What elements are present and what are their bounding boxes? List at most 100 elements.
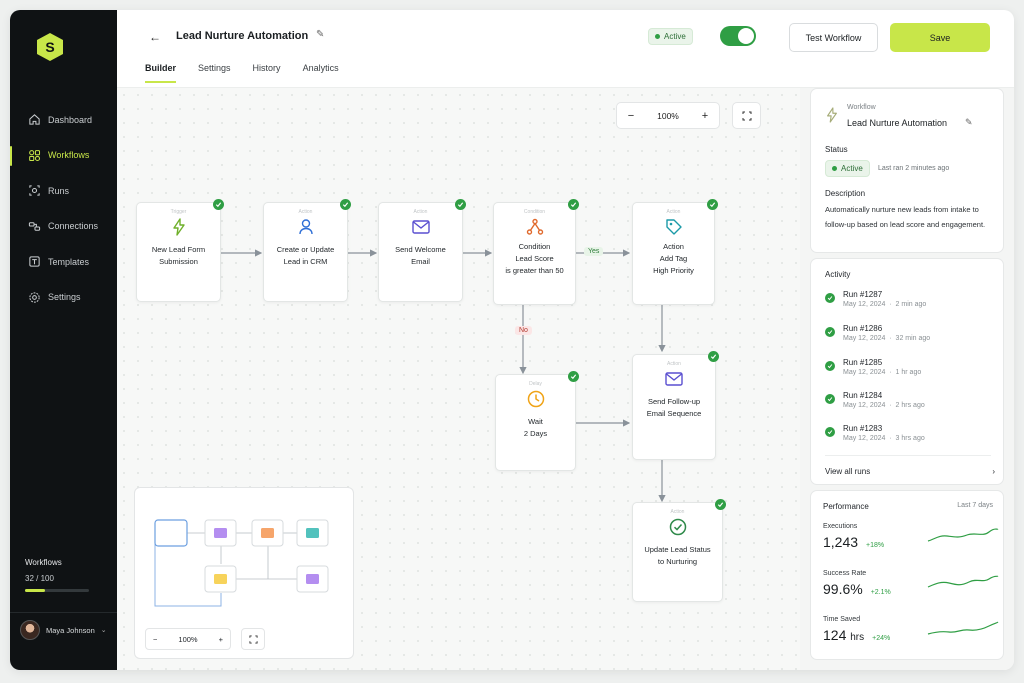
arrow-left-icon: ← bbox=[149, 30, 161, 44]
metric-time-saved: Time Saved 124 hrs +24% bbox=[823, 616, 890, 643]
run-time: May 12, 2024 · 3 hrs ago bbox=[843, 435, 925, 442]
edit-title-button[interactable]: ✎ bbox=[316, 29, 324, 40]
node-wait[interactable]: Delay Wait 2 Days bbox=[495, 371, 579, 471]
run-ago: 2 hrs ago bbox=[895, 402, 925, 409]
view-all-runs-link[interactable]: View all runs › bbox=[825, 467, 995, 476]
page-title: Lead Nurture Automation bbox=[176, 30, 309, 42]
usage-count: 32 / 100 bbox=[25, 574, 54, 583]
node-label: Update Lead Status to Nurturing bbox=[644, 545, 711, 566]
node-label: New Lead Form Submission bbox=[151, 245, 206, 266]
node-trigger[interactable]: Trigger New Lead Form Submission bbox=[136, 199, 224, 302]
templates-icon bbox=[29, 256, 40, 267]
check-icon bbox=[568, 371, 579, 382]
time-saved-sparkline bbox=[927, 621, 999, 635]
edit-details-button[interactable]: ✎ bbox=[965, 117, 973, 128]
activity-item[interactable]: Run #1286 May 12, 2024 · 32 min ago bbox=[825, 324, 930, 342]
success-rate-sparkline bbox=[927, 575, 999, 588]
sidebar-item-workflows[interactable]: Workflows bbox=[10, 138, 117, 174]
node-caption: Condition bbox=[523, 209, 546, 215]
minimap-graph bbox=[154, 519, 329, 607]
node-label: Condition Lead Score is greater than 50 bbox=[505, 242, 564, 275]
sidebar-item-label: Templates bbox=[48, 256, 90, 267]
minimap-zoom-in-button[interactable]: + bbox=[219, 635, 223, 644]
activity-item[interactable]: Run #1287 May 12, 2024 · 2 min ago bbox=[825, 290, 926, 308]
sidebar-item-runs[interactable]: Runs bbox=[10, 173, 117, 209]
avatar bbox=[20, 620, 40, 640]
user-icon bbox=[298, 219, 313, 235]
node-update-status[interactable]: Action Update Lead Status to Nurturing bbox=[632, 499, 726, 602]
metric-value: 99.6% bbox=[823, 581, 863, 597]
minimap-zoom-controls: − 100% + bbox=[145, 628, 231, 650]
tab-analytics[interactable]: Analytics bbox=[303, 63, 339, 83]
node-create-lead[interactable]: Action Create or Update Lead in CRM bbox=[263, 199, 351, 302]
check-icon bbox=[707, 199, 718, 210]
node-follow-up[interactable]: Action Send Follow-up Email Sequence bbox=[632, 351, 719, 460]
sidebar-item-settings[interactable]: Settings bbox=[10, 280, 117, 316]
connections-icon bbox=[28, 222, 41, 231]
activity-item[interactable]: Run #1283 May 12, 2024 · 3 hrs ago bbox=[825, 424, 925, 442]
metric-success-rate: Success Rate 99.6% +2.1% bbox=[823, 570, 891, 597]
run-ago: 32 min ago bbox=[895, 335, 931, 342]
run-ago: 1 hr ago bbox=[895, 369, 922, 376]
sidebar-item-label: Runs bbox=[48, 185, 70, 196]
check-icon bbox=[825, 361, 835, 371]
sidebar-nav: Dashboard Workflows Runs Connections Tem… bbox=[10, 102, 117, 315]
minimap-zoom-out-button[interactable]: − bbox=[153, 635, 157, 644]
metric-label: Time Saved bbox=[823, 616, 861, 623]
metric-delta: +18% bbox=[866, 542, 885, 549]
check-icon bbox=[825, 293, 835, 303]
run-date: May 12, 2024 bbox=[843, 369, 886, 376]
node-label: Send Welcome Email bbox=[395, 245, 446, 266]
run-date: May 12, 2024 bbox=[843, 435, 886, 442]
tab-settings[interactable]: Settings bbox=[198, 63, 231, 83]
node-condition[interactable]: Condition Condition Lead Score is greate… bbox=[493, 199, 579, 305]
home-icon bbox=[29, 114, 40, 125]
tab-builder[interactable]: Builder bbox=[145, 63, 177, 83]
run-id: Run #1284 bbox=[843, 391, 883, 400]
check-icon bbox=[825, 394, 835, 404]
check-circle-icon bbox=[669, 518, 686, 536]
header: ← Lead Nurture Automation ✎ Builder Sett… bbox=[117, 10, 1014, 88]
metric-label: Success Rate bbox=[823, 570, 867, 577]
expand-icon bbox=[248, 634, 258, 644]
activity-divider bbox=[825, 455, 991, 456]
activity-item[interactable]: Run #1285 May 12, 2024 · 1 hr ago bbox=[825, 358, 921, 376]
lightning-icon bbox=[827, 107, 837, 123]
app-logo[interactable]: S bbox=[36, 32, 64, 62]
check-icon bbox=[708, 351, 719, 362]
minimap-fit-button[interactable] bbox=[241, 628, 265, 650]
sidebar-item-connections[interactable]: Connections bbox=[10, 209, 117, 245]
workflow-canvas[interactable]: − 100% + Yes No Trigger New Lead Form Su… bbox=[117, 88, 800, 670]
run-date: May 12, 2024 bbox=[843, 335, 886, 342]
activity-item[interactable]: Run #1284 May 12, 2024 · 2 hrs ago bbox=[825, 391, 925, 409]
check-icon bbox=[340, 199, 351, 210]
active-toggle[interactable] bbox=[720, 26, 756, 46]
minimap[interactable]: − 100% + bbox=[134, 487, 354, 659]
usage-progress-fill bbox=[25, 589, 46, 592]
edge-label-yes: Yes bbox=[584, 247, 604, 256]
back-button[interactable]: ← bbox=[145, 27, 165, 47]
test-workflow-button[interactable]: Test Workflow bbox=[789, 23, 878, 52]
metric-label: Executions bbox=[823, 523, 858, 530]
runs-icon bbox=[29, 185, 40, 196]
run-id: Run #1285 bbox=[843, 358, 883, 367]
node-add-tag[interactable]: Action Action Add Tag High Priority bbox=[632, 199, 718, 305]
workflow-usage: Workflows 32 / 100 bbox=[25, 558, 105, 592]
view-all-label: View all runs bbox=[825, 467, 871, 476]
check-icon bbox=[455, 199, 466, 210]
user-menu[interactable]: Maya Johnson ⌄ bbox=[20, 620, 107, 640]
performance-title: Performance bbox=[823, 502, 869, 511]
status-label: Status bbox=[825, 145, 848, 154]
status-dot bbox=[655, 34, 660, 39]
workflow-details-card: Workflow Lead Nurture Automation ✎ Statu… bbox=[810, 88, 1004, 253]
user-name: Maya Johnson bbox=[46, 625, 95, 635]
tab-history[interactable]: History bbox=[253, 63, 281, 83]
node-send-welcome[interactable]: Action Send Welcome Email bbox=[378, 199, 466, 302]
sidebar-item-dashboard[interactable]: Dashboard bbox=[10, 102, 117, 138]
sidebar-item-label: Dashboard bbox=[48, 114, 93, 125]
node-caption: Action bbox=[298, 209, 313, 215]
sidebar-item-templates[interactable]: Templates bbox=[10, 244, 117, 280]
metric-delta: +24% bbox=[872, 635, 891, 642]
tag-icon bbox=[665, 219, 682, 235]
save-button[interactable]: Save bbox=[890, 23, 990, 52]
